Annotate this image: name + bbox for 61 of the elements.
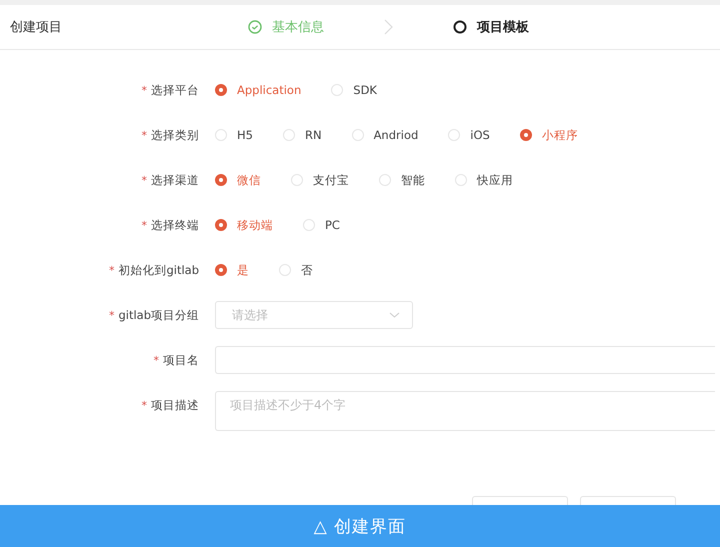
required-mark: * bbox=[108, 264, 114, 276]
option-label: Application bbox=[237, 83, 302, 97]
option-label: 小程序 bbox=[542, 128, 578, 142]
radio-option[interactable]: 支付宝 bbox=[291, 172, 349, 188]
option-label: 支付宝 bbox=[313, 172, 349, 188]
input-field[interactable] bbox=[215, 346, 715, 374]
field-label: 项目名 bbox=[163, 352, 199, 368]
field-label: 初始化到gitlab bbox=[118, 262, 199, 278]
required-mark: * bbox=[142, 128, 147, 142]
caption-text: △ 创建界面 bbox=[314, 516, 406, 538]
option-label: PC bbox=[325, 218, 340, 232]
radio-option[interactable]: 快应用 bbox=[455, 172, 513, 188]
step-item: 项目模板 bbox=[453, 18, 529, 36]
radio-option[interactable]: Application bbox=[215, 83, 302, 97]
required-mark: * bbox=[142, 84, 147, 96]
option-label: RN bbox=[304, 128, 322, 142]
radio-button[interactable] bbox=[215, 219, 227, 231]
circle-icon bbox=[453, 20, 467, 34]
field-label: 选择类别 bbox=[151, 128, 199, 142]
field-label: 项目描述 bbox=[151, 398, 199, 412]
option-label: 微信 bbox=[237, 172, 261, 188]
radio-option[interactable]: 智能 bbox=[379, 172, 425, 188]
radio-option[interactable]: 是 bbox=[215, 262, 249, 278]
step-item: 基本信息 bbox=[248, 18, 324, 36]
option-label: 否 bbox=[301, 262, 313, 278]
radio-button[interactable] bbox=[215, 264, 227, 276]
radio-option[interactable]: RN bbox=[282, 128, 322, 142]
radio-option[interactable]: 否 bbox=[279, 262, 313, 278]
radio-option[interactable]: Andriod bbox=[352, 128, 418, 142]
option-label: 快应用 bbox=[477, 172, 513, 188]
radio-button[interactable] bbox=[215, 84, 227, 96]
required-mark: * bbox=[142, 218, 147, 232]
chevron-right-icon bbox=[384, 19, 393, 35]
radio-option[interactable]: PC bbox=[303, 218, 340, 232]
radio-option[interactable]: SDK bbox=[331, 83, 377, 97]
option-label: iOS bbox=[470, 128, 490, 142]
option-label: Andriod bbox=[374, 128, 418, 142]
field-label: 选择终端 bbox=[151, 218, 199, 232]
radio-option[interactable]: 微信 bbox=[215, 172, 261, 188]
option-label: 智能 bbox=[401, 172, 425, 188]
field-label: gitlab项目分组 bbox=[118, 308, 199, 322]
option-label: SDK bbox=[353, 83, 377, 97]
field-label: 选择平台 bbox=[151, 82, 199, 98]
page-title: 创建项目 bbox=[10, 19, 63, 36]
required-mark: * bbox=[142, 174, 147, 186]
option-label: H5 bbox=[237, 128, 253, 142]
radio-option[interactable]: 小程序 bbox=[520, 128, 578, 142]
option-label: 是 bbox=[237, 262, 249, 278]
required-mark: * bbox=[108, 308, 114, 322]
required-mark: * bbox=[154, 354, 159, 366]
radio-button[interactable] bbox=[520, 129, 532, 141]
check-circle-icon bbox=[248, 20, 262, 34]
text-area[interactable]: 项目描述不少于4个字 bbox=[215, 391, 715, 431]
radio-option[interactable]: 移动端 bbox=[215, 218, 273, 232]
radio-button[interactable] bbox=[215, 174, 227, 186]
required-mark: * bbox=[142, 398, 147, 412]
radio-option[interactable]: H5 bbox=[215, 128, 253, 142]
option-label: 移动端 bbox=[237, 218, 273, 232]
chevron-down-icon bbox=[389, 312, 400, 318]
radio-option[interactable]: iOS bbox=[448, 128, 490, 142]
field-label: 选择渠道 bbox=[151, 172, 199, 188]
